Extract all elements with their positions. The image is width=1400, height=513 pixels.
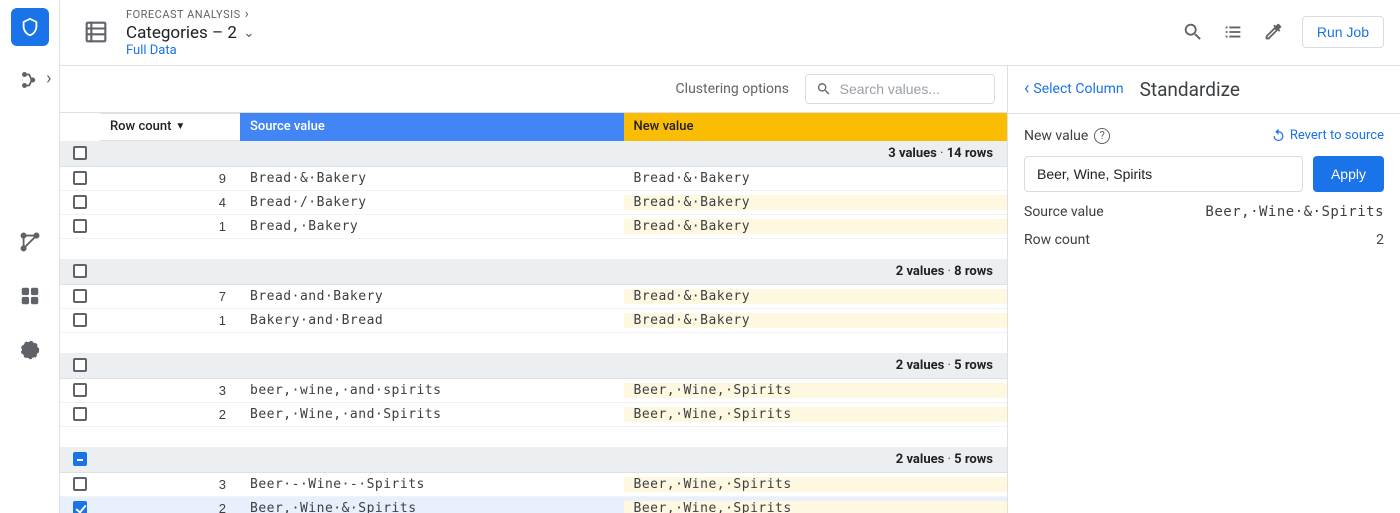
source-value-label: Source value: [1024, 204, 1104, 220]
page-title: Categories – 2: [126, 23, 237, 43]
nav-recipe-icon[interactable]: [10, 222, 50, 262]
nav-flows-icon[interactable]: [10, 60, 50, 100]
apply-button[interactable]: Apply: [1313, 156, 1384, 192]
source-value: Beer,·Wine·&·Spirits: [1205, 204, 1384, 220]
left-sidebar: [0, 0, 60, 513]
source-value-cell: Bread·&·Bakery: [240, 171, 624, 186]
row-checkbox[interactable]: [73, 195, 87, 209]
row-count-value: 2: [1376, 232, 1384, 248]
table-row[interactable]: 2Beer,·Wine,·and·SpiritsBeer,·Wine,·Spir…: [60, 403, 1007, 427]
table-row[interactable]: 3Beer·-·Wine·-·SpiritsBeer,·Wine,·Spirit…: [60, 473, 1007, 497]
group-summary: 2 values · 5 rows: [896, 358, 1007, 373]
new-value-label: New value: [1024, 128, 1088, 144]
col-new-value[interactable]: New value: [624, 113, 1008, 141]
breadcrumb[interactable]: FORECAST ANALYSIS: [126, 6, 255, 23]
new-value-cell: Bread·&·Bakery: [624, 219, 1008, 234]
page-header: FORECAST ANALYSIS Categories – 2 ⌄ Full …: [60, 0, 1400, 66]
source-value-cell: Bread·and·Bakery: [240, 289, 624, 304]
table-row[interactable]: 2Beer,·Wine·&·SpiritsBeer,·Wine,·Spirits: [60, 497, 1007, 513]
group-checkbox[interactable]: [73, 358, 87, 372]
row-checkbox[interactable]: [73, 219, 87, 233]
sort-down-icon: ▼: [175, 121, 185, 132]
select-column-button[interactable]: Select Column: [1024, 81, 1124, 97]
table-body: 3 values · 14 rows9Bread·&·BakeryBread·&…: [60, 141, 1007, 513]
group-summary: 2 values · 5 rows: [896, 452, 1007, 467]
table-row[interactable]: 3beer,·wine,·and·spiritsBeer,·Wine,·Spir…: [60, 379, 1007, 403]
search-icon: [816, 80, 832, 98]
group-header[interactable]: 3 values · 14 rows: [60, 141, 1007, 167]
search-input[interactable]: [838, 80, 984, 98]
row-count-cell: 3: [100, 477, 240, 492]
group-checkbox[interactable]: [73, 452, 87, 466]
source-value-cell: Beer,·Wine,·and·Spirits: [240, 407, 624, 422]
group-summary: 2 values · 8 rows: [896, 264, 1007, 279]
row-checkbox[interactable]: [73, 407, 87, 421]
nav-apps-icon[interactable]: [10, 276, 50, 316]
revert-icon: [1271, 128, 1286, 143]
row-count-cell: 7: [100, 289, 240, 304]
run-job-button[interactable]: Run Job: [1302, 16, 1384, 48]
help-icon[interactable]: ?: [1094, 128, 1110, 144]
column-headers: Row count▼ Source value New value: [60, 113, 1007, 141]
table-row[interactable]: 7Bread·and·BakeryBread·&·Bakery: [60, 285, 1007, 309]
dataset-icon: [80, 16, 112, 48]
group-header[interactable]: 2 values · 8 rows: [60, 259, 1007, 285]
row-count-cell: 2: [100, 501, 240, 513]
row-checkbox[interactable]: [73, 477, 87, 491]
row-checkbox[interactable]: [73, 289, 87, 303]
new-value-cell: Beer,·Wine,·Spirits: [624, 501, 1008, 513]
col-source-value[interactable]: Source value: [240, 113, 624, 141]
color-picker-icon[interactable]: [1262, 21, 1284, 43]
source-value-cell: beer,·wine,·and·spirits: [240, 383, 624, 398]
col-row-count[interactable]: Row count▼: [100, 113, 240, 141]
clustering-options-link[interactable]: Clustering options: [676, 81, 789, 97]
list-icon[interactable]: [1222, 21, 1244, 43]
new-value-cell: Bread·&·Bakery: [624, 195, 1008, 210]
row-count-label: Row count: [1024, 232, 1090, 248]
new-value-cell: Beer,·Wine,·Spirits: [624, 477, 1008, 492]
new-value-cell: Bread·&·Bakery: [624, 171, 1008, 186]
table-row[interactable]: 1Bread,·BakeryBread·&·Bakery: [60, 215, 1007, 239]
source-value-cell: Bread,·Bakery: [240, 219, 624, 234]
source-value-cell: Bread·/·Bakery: [240, 195, 624, 210]
row-count-cell: 3: [100, 383, 240, 398]
group-header[interactable]: 2 values · 5 rows: [60, 447, 1007, 473]
nav-jobs-icon[interactable]: [10, 330, 50, 370]
search-input-wrapper[interactable]: [805, 74, 995, 104]
search-icon[interactable]: [1182, 21, 1204, 43]
new-value-cell: Bread·&·Bakery: [624, 313, 1008, 328]
table-pane: Clustering options Row count▼ Source val…: [60, 66, 1008, 513]
new-value-cell: Bread·&·Bakery: [624, 289, 1008, 304]
row-checkbox[interactable]: [73, 383, 87, 397]
row-count-cell: 9: [100, 171, 240, 186]
row-checkbox[interactable]: [73, 171, 87, 185]
table-row[interactable]: 4Bread·/·BakeryBread·&·Bakery: [60, 191, 1007, 215]
group-summary: 3 values · 14 rows: [888, 146, 1007, 161]
new-value-input[interactable]: [1024, 156, 1303, 192]
new-value-cell: Beer,·Wine,·Spirits: [624, 407, 1008, 422]
side-panel-title: Standardize: [1140, 78, 1240, 101]
chevron-down-icon[interactable]: ⌄: [243, 25, 255, 42]
row-count-cell: 4: [100, 195, 240, 210]
source-value-cell: Beer·-·Wine·-·Spirits: [240, 477, 624, 492]
group-checkbox[interactable]: [73, 146, 87, 160]
row-count-cell: 2: [100, 407, 240, 422]
row-count-cell: 1: [100, 219, 240, 234]
revert-to-source-button[interactable]: Revert to source: [1271, 128, 1384, 143]
group-header[interactable]: 2 values · 5 rows: [60, 353, 1007, 379]
row-checkbox[interactable]: [73, 313, 87, 327]
app-logo[interactable]: [11, 8, 49, 46]
table-row[interactable]: 1Bakery·and·BreadBread·&·Bakery: [60, 309, 1007, 333]
source-value-cell: Bakery·and·Bread: [240, 313, 624, 328]
table-row[interactable]: 9Bread·&·BakeryBread·&·Bakery: [60, 167, 1007, 191]
full-data-link[interactable]: Full Data: [126, 43, 255, 59]
row-count-cell: 1: [100, 313, 240, 328]
group-checkbox[interactable]: [73, 264, 87, 278]
side-panel: Select Column Standardize New value? Rev…: [1008, 66, 1400, 513]
source-value-cell: Beer,·Wine·&·Spirits: [240, 501, 624, 513]
row-checkbox[interactable]: [73, 501, 87, 513]
new-value-cell: Beer,·Wine,·Spirits: [624, 383, 1008, 398]
